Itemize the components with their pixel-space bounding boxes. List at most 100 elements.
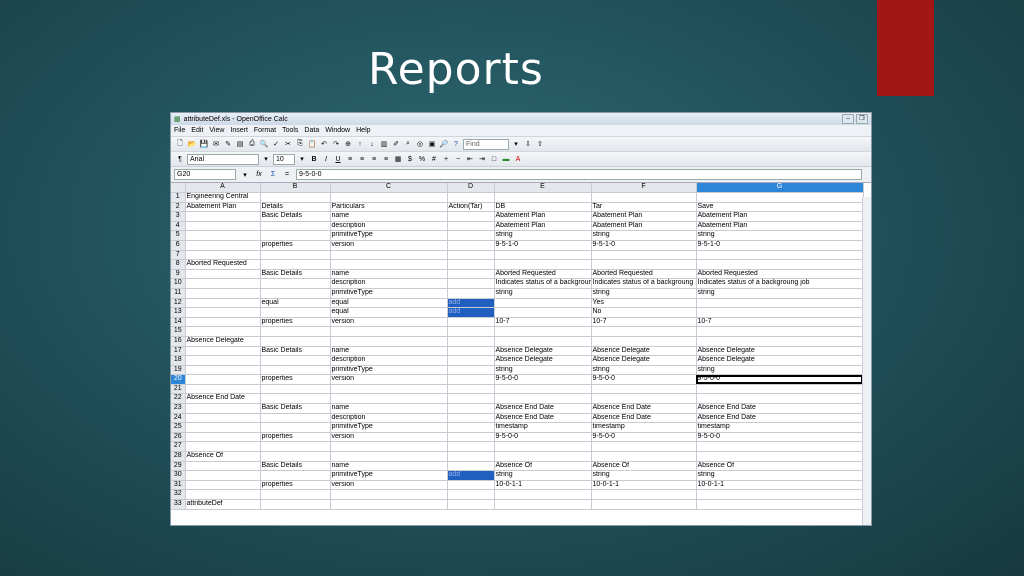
table-cell[interactable]	[591, 384, 697, 395]
table-cell[interactable]: string	[591, 470, 697, 481]
table-cell[interactable]: primitiveType	[330, 288, 448, 299]
table-cell[interactable]: Absence End Date	[696, 403, 864, 414]
row-number[interactable]: 2	[171, 202, 186, 213]
table-cell[interactable]: string	[591, 288, 697, 299]
table-cell[interactable]	[494, 441, 592, 453]
table-cell[interactable]	[696, 451, 864, 462]
row-number[interactable]: 20	[171, 374, 186, 385]
table-cell[interactable]: description	[330, 278, 448, 289]
navigator-icon[interactable]: ◎	[415, 139, 425, 149]
underline-button[interactable]: U	[333, 154, 343, 164]
table-cell[interactable]	[260, 278, 331, 289]
table-cell[interactable]: equal	[330, 307, 448, 318]
table-cell[interactable]	[447, 250, 495, 261]
email-icon[interactable]: ✉	[211, 139, 221, 149]
table-cell[interactable]	[447, 259, 495, 270]
row-number[interactable]: 7	[171, 250, 186, 261]
table-cell[interactable]	[330, 384, 448, 395]
table-cell[interactable]	[447, 422, 495, 433]
align-left-icon[interactable]: ≡	[345, 154, 355, 164]
table-cell[interactable]	[260, 326, 331, 337]
table-cell[interactable]: name	[330, 403, 448, 414]
menu-help[interactable]: Help	[356, 127, 370, 134]
find-input[interactable]: Find	[463, 138, 509, 150]
table-cell[interactable]: Absence Of	[185, 451, 261, 462]
row-number[interactable]: 8	[171, 259, 186, 270]
row-number[interactable]: 17	[171, 346, 186, 357]
table-cell[interactable]: Absence Delegate	[591, 355, 697, 366]
table-cell[interactable]: 9-5-1-0	[494, 240, 592, 251]
table-cell[interactable]: string	[696, 365, 864, 376]
redo-icon[interactable]: ↷	[331, 139, 341, 149]
find-dropdown-icon[interactable]: ▾	[511, 139, 521, 149]
sum-icon[interactable]: Σ	[268, 170, 278, 180]
table-cell[interactable]	[696, 489, 864, 500]
table-cell[interactable]	[330, 326, 448, 337]
table-cell[interactable]: string	[494, 230, 592, 241]
table-cell[interactable]	[185, 326, 261, 337]
menu-file[interactable]: File	[174, 127, 185, 134]
table-cell[interactable]	[185, 470, 261, 481]
table-cell[interactable]: 10-7	[494, 317, 592, 328]
table-cell[interactable]	[447, 240, 495, 251]
row-number[interactable]: 26	[171, 432, 186, 443]
table-cell[interactable]: timestamp	[591, 422, 697, 433]
row-number[interactable]: 28	[171, 451, 186, 462]
table-cell[interactable]: equal	[260, 298, 331, 309]
column-header[interactable]: C	[330, 183, 448, 193]
row-number[interactable]: 25	[171, 422, 186, 433]
table-cell[interactable]	[185, 307, 261, 318]
table-cell[interactable]: Abatement Plan	[494, 221, 592, 232]
table-cell[interactable]	[494, 326, 592, 337]
open-icon[interactable]: 📂	[187, 139, 197, 149]
menu-insert[interactable]: Insert	[230, 127, 248, 134]
table-cell[interactable]: Particulars	[330, 202, 448, 213]
percent-icon[interactable]: %	[417, 154, 427, 164]
table-cell[interactable]: attributeDef	[185, 499, 261, 510]
table-cell[interactable]: description	[330, 413, 448, 424]
row-number[interactable]: 21	[171, 384, 186, 395]
table-cell[interactable]	[494, 307, 592, 318]
table-cell[interactable]: Absence Delegate	[494, 355, 592, 366]
minimize-button[interactable]: –	[842, 114, 854, 124]
table-cell[interactable]	[330, 489, 448, 500]
table-cell[interactable]: No	[591, 307, 697, 318]
merge-cells-icon[interactable]: ▦	[393, 154, 403, 164]
table-cell[interactable]: string	[494, 288, 592, 299]
table-cell[interactable]: 9-5-0-0	[696, 374, 864, 385]
undo-icon[interactable]: ↶	[319, 139, 329, 149]
table-cell[interactable]: Absence End Date	[591, 413, 697, 424]
table-cell[interactable]	[494, 384, 592, 395]
table-cell[interactable]: version	[330, 240, 448, 251]
table-cell[interactable]: string	[494, 365, 592, 376]
menu-window[interactable]: Window	[325, 127, 350, 134]
table-cell[interactable]: properties	[260, 432, 331, 443]
function-icon[interactable]: =	[282, 170, 292, 180]
table-cell[interactable]	[591, 336, 697, 347]
table-cell[interactable]: Absence End Date	[494, 413, 592, 424]
table-cell[interactable]: Basic Details	[260, 211, 331, 222]
table-cell[interactable]	[330, 451, 448, 462]
chart-icon[interactable]: ▥	[379, 139, 389, 149]
table-cell[interactable]	[330, 336, 448, 347]
vertical-scrollbar[interactable]	[862, 197, 871, 525]
table-cell[interactable]: Absence Of	[591, 461, 697, 472]
table-cell[interactable]: Indicates status of a backgroung job	[696, 278, 864, 289]
table-cell[interactable]: primitiveType	[330, 422, 448, 433]
table-cell[interactable]	[330, 441, 448, 453]
table-cell[interactable]: Absence Delegate	[591, 346, 697, 357]
row-number[interactable]: 15	[171, 326, 186, 337]
table-cell[interactable]	[696, 307, 864, 318]
table-cell[interactable]	[260, 422, 331, 433]
table-cell[interactable]: name	[330, 269, 448, 280]
table-cell[interactable]: string	[591, 365, 697, 376]
table-cell[interactable]	[330, 393, 448, 405]
justify-icon[interactable]: ≡	[381, 154, 391, 164]
table-cell[interactable]: add	[447, 307, 495, 318]
table-cell[interactable]: string	[696, 470, 864, 481]
table-cell[interactable]	[185, 269, 261, 280]
find-prev-icon[interactable]: ⇧	[535, 139, 545, 149]
table-cell[interactable]: Basic Details	[260, 403, 331, 414]
table-cell[interactable]: DB	[494, 202, 592, 213]
table-cell[interactable]	[185, 374, 261, 385]
